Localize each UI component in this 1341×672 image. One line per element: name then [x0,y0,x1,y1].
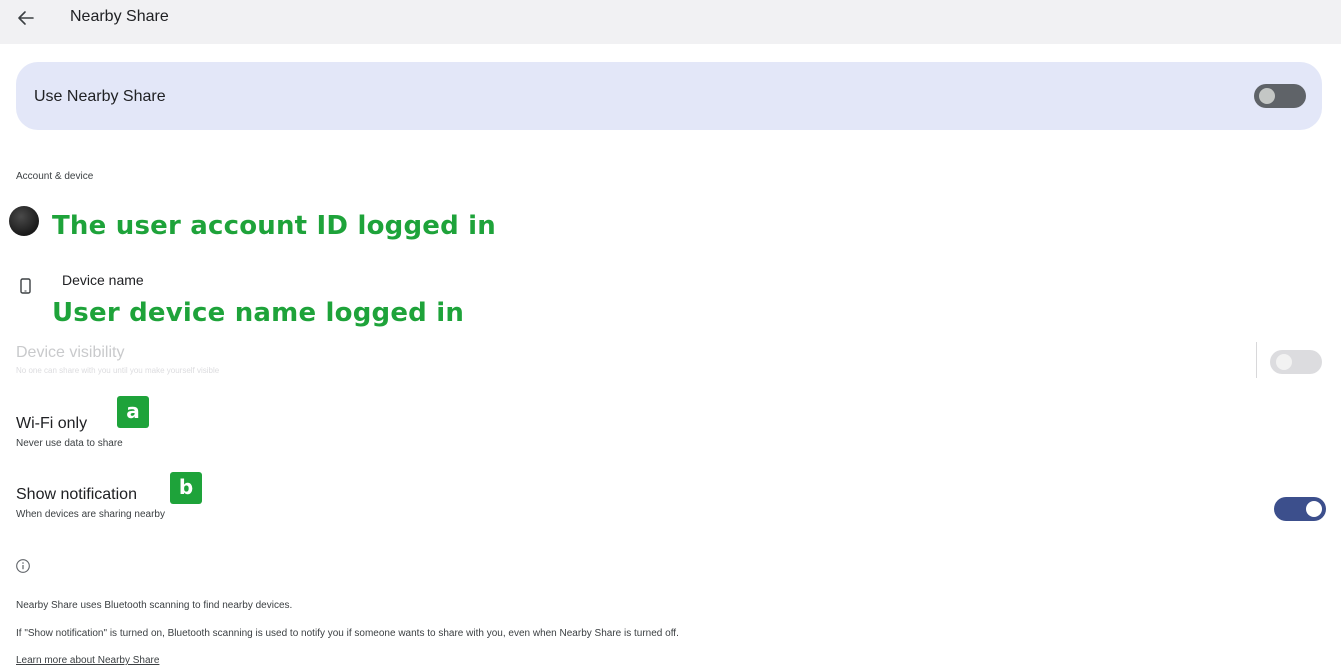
device-visibility-title: Device visibility [16,344,125,361]
annotation-badge-b: b [170,472,202,504]
page-title: Nearby Share [70,8,169,25]
account-device-section-label: Account & device [16,171,94,182]
device-visibility-subtitle: No one can share with you until you make… [16,366,220,375]
use-nearby-share-label: Use Nearby Share [34,88,166,105]
phone-icon [18,276,34,296]
device-name-annotation: User device name logged in [52,298,465,328]
info-text-bluetooth: Nearby Share uses Bluetooth scanning to … [16,600,293,611]
account-id-annotation: The user account ID logged in [52,211,496,241]
show-notification-toggle[interactable] [1274,497,1326,521]
info-text-notification: If "Show notification" is turned on, Blu… [16,628,679,639]
device-name-label[interactable]: Device name [62,272,144,288]
use-nearby-share-card[interactable]: Use Nearby Share [16,62,1322,130]
device-visibility-toggle[interactable] [1270,350,1322,374]
annotation-badge-a: a [117,396,149,428]
toggle-knob [1276,354,1292,370]
learn-more-link[interactable]: Learn more about Nearby Share [16,655,159,666]
use-nearby-share-toggle[interactable] [1254,84,1306,108]
info-icon [15,558,31,574]
top-app-bar: Nearby Share [0,0,1341,44]
avatar [9,206,39,236]
wifi-only-subtitle: Never use data to share [16,438,123,449]
arrow-back-icon[interactable] [14,6,38,30]
toggle-knob [1306,501,1322,517]
toggle-knob [1259,88,1275,104]
show-notification-subtitle: When devices are sharing nearby [16,509,165,520]
divider [1256,342,1257,378]
show-notification-title[interactable]: Show notification [16,486,137,504]
wifi-only-title[interactable]: Wi-Fi only [16,415,87,433]
